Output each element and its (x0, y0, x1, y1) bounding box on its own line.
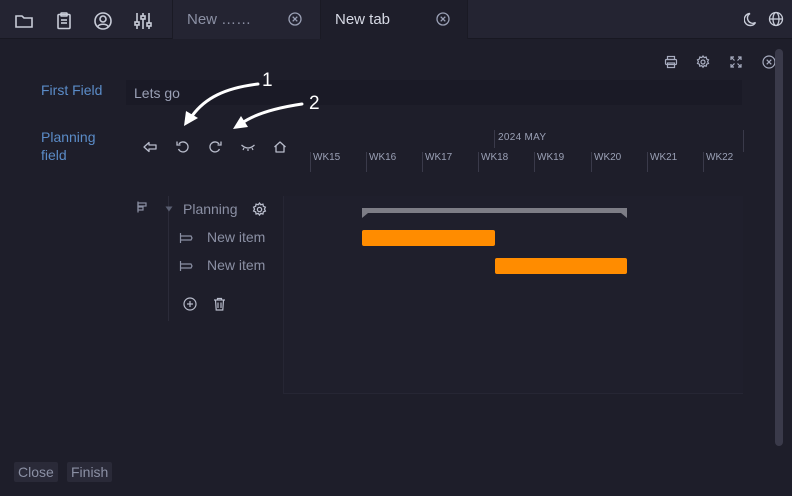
first-field-label: First Field (41, 82, 103, 98)
trash-icon[interactable] (213, 297, 226, 311)
gantt-task-bar[interactable] (362, 230, 495, 246)
tab-new-truncated[interactable]: New …… (172, 0, 320, 39)
timeline-week: WK17 (422, 152, 452, 172)
annotation-number: 2 (309, 93, 320, 114)
fullscreen-icon[interactable] (729, 55, 743, 69)
home-icon[interactable] (272, 139, 288, 155)
gantt-chart-area (283, 196, 743, 394)
timeline-year-month: 2024 MAY (498, 132, 547, 143)
first-field-input[interactable] (126, 80, 742, 105)
add-item-icon[interactable] (183, 297, 197, 311)
caret-down-icon[interactable] (165, 205, 173, 213)
close-tab-icon[interactable] (436, 12, 450, 26)
folder-icon[interactable] (14, 11, 34, 31)
gantt-task-bar[interactable] (495, 258, 627, 274)
tree-item-label[interactable]: New item (207, 257, 265, 273)
gear-icon[interactable] (252, 202, 267, 217)
timeline-week: WK18 (478, 152, 508, 172)
annotation-number: 1 (262, 70, 273, 91)
timeline-week: WK22 (703, 152, 733, 172)
timeline-week: WK16 (366, 152, 396, 172)
tree-border (168, 196, 169, 321)
timeline-week: WK19 (534, 152, 564, 172)
globe-icon[interactable] (768, 11, 784, 27)
top-bar: New …… New tab (0, 0, 792, 39)
print-icon[interactable] (664, 55, 678, 69)
tab-label: New tab (335, 11, 391, 28)
planning-field-label-line1: Planning (41, 129, 96, 145)
timeline-week: WK15 (310, 152, 340, 172)
user-circle-icon[interactable] (93, 11, 113, 31)
task-icon (179, 232, 193, 244)
close-icon[interactable] (762, 55, 776, 69)
clipboard-icon[interactable] (54, 11, 74, 31)
undo-icon[interactable] (175, 139, 191, 155)
finish-button[interactable]: Finish (67, 462, 113, 482)
close-button[interactable]: Close (14, 462, 58, 482)
gantt-summary-bar[interactable] (362, 208, 627, 218)
timeline-week: WK21 (647, 152, 677, 172)
timeline-week: WK20 (591, 152, 621, 172)
close-tab-icon[interactable] (288, 12, 302, 26)
tree-toggle-icon[interactable] (136, 200, 150, 214)
collapse-icon[interactable] (240, 139, 256, 155)
tree-item-label[interactable]: New item (207, 229, 265, 245)
gear-icon[interactable] (696, 55, 710, 69)
redo-icon[interactable] (207, 139, 223, 155)
tab-new-tab[interactable]: New tab (320, 0, 468, 39)
tab-label: New …… (187, 11, 252, 28)
moon-icon[interactable] (744, 11, 760, 27)
timeline-end-divider (743, 130, 744, 152)
scrollbar[interactable] (775, 49, 783, 446)
task-icon (179, 260, 193, 272)
timeline-year-divider (494, 130, 495, 148)
outdent-icon[interactable] (142, 139, 158, 155)
sliders-icon[interactable] (133, 11, 153, 31)
tree-root-label[interactable]: Planning (183, 201, 238, 217)
planning-field-label-line2: field (41, 147, 67, 163)
